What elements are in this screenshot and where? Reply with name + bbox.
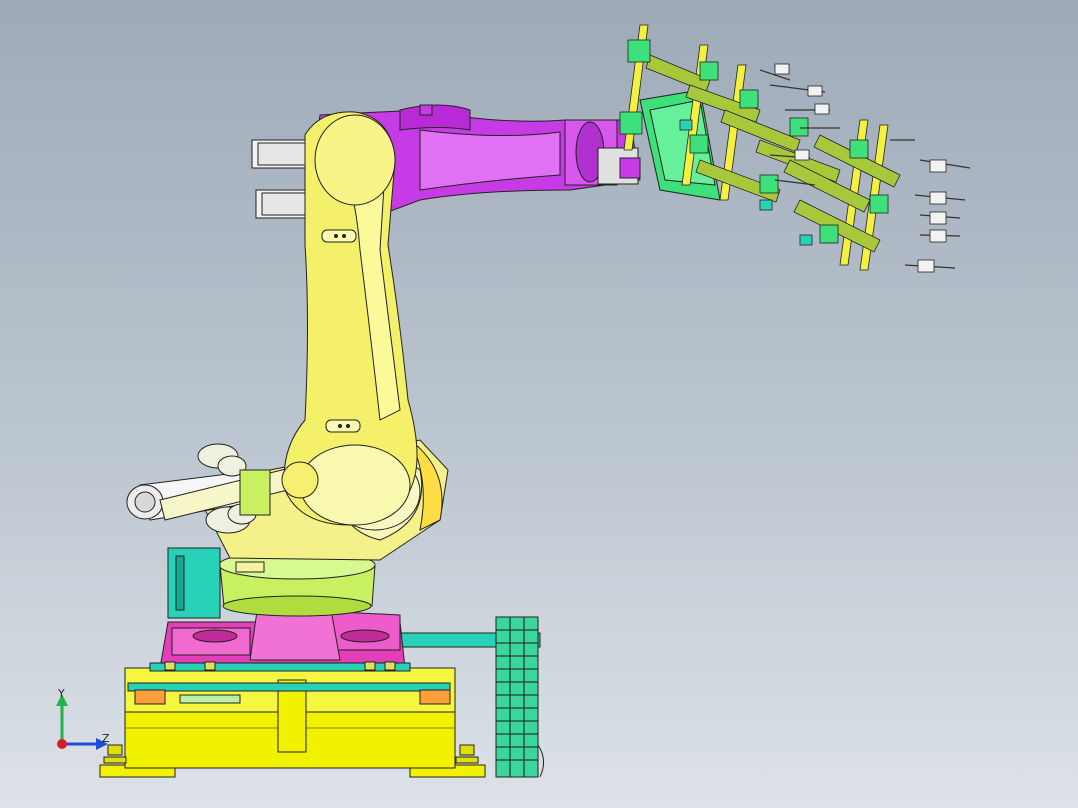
coordinate-triad-icon: Y Z (56, 687, 110, 750)
cad-viewport[interactable]: Y Z (0, 0, 1078, 808)
arm-label-lower (325, 419, 361, 433)
triad-z-label: Z (102, 732, 110, 745)
base-frame[interactable] (99, 667, 486, 778)
base-motor[interactable] (167, 547, 221, 619)
base-rail (127, 682, 451, 692)
triad-y-label: Y (57, 687, 65, 700)
arm-label-upper (321, 229, 357, 243)
rotary-ring[interactable] (218, 550, 376, 617)
axis3-motors[interactable] (251, 139, 313, 219)
robot-model-scene[interactable]: Y Z (0, 0, 1078, 808)
